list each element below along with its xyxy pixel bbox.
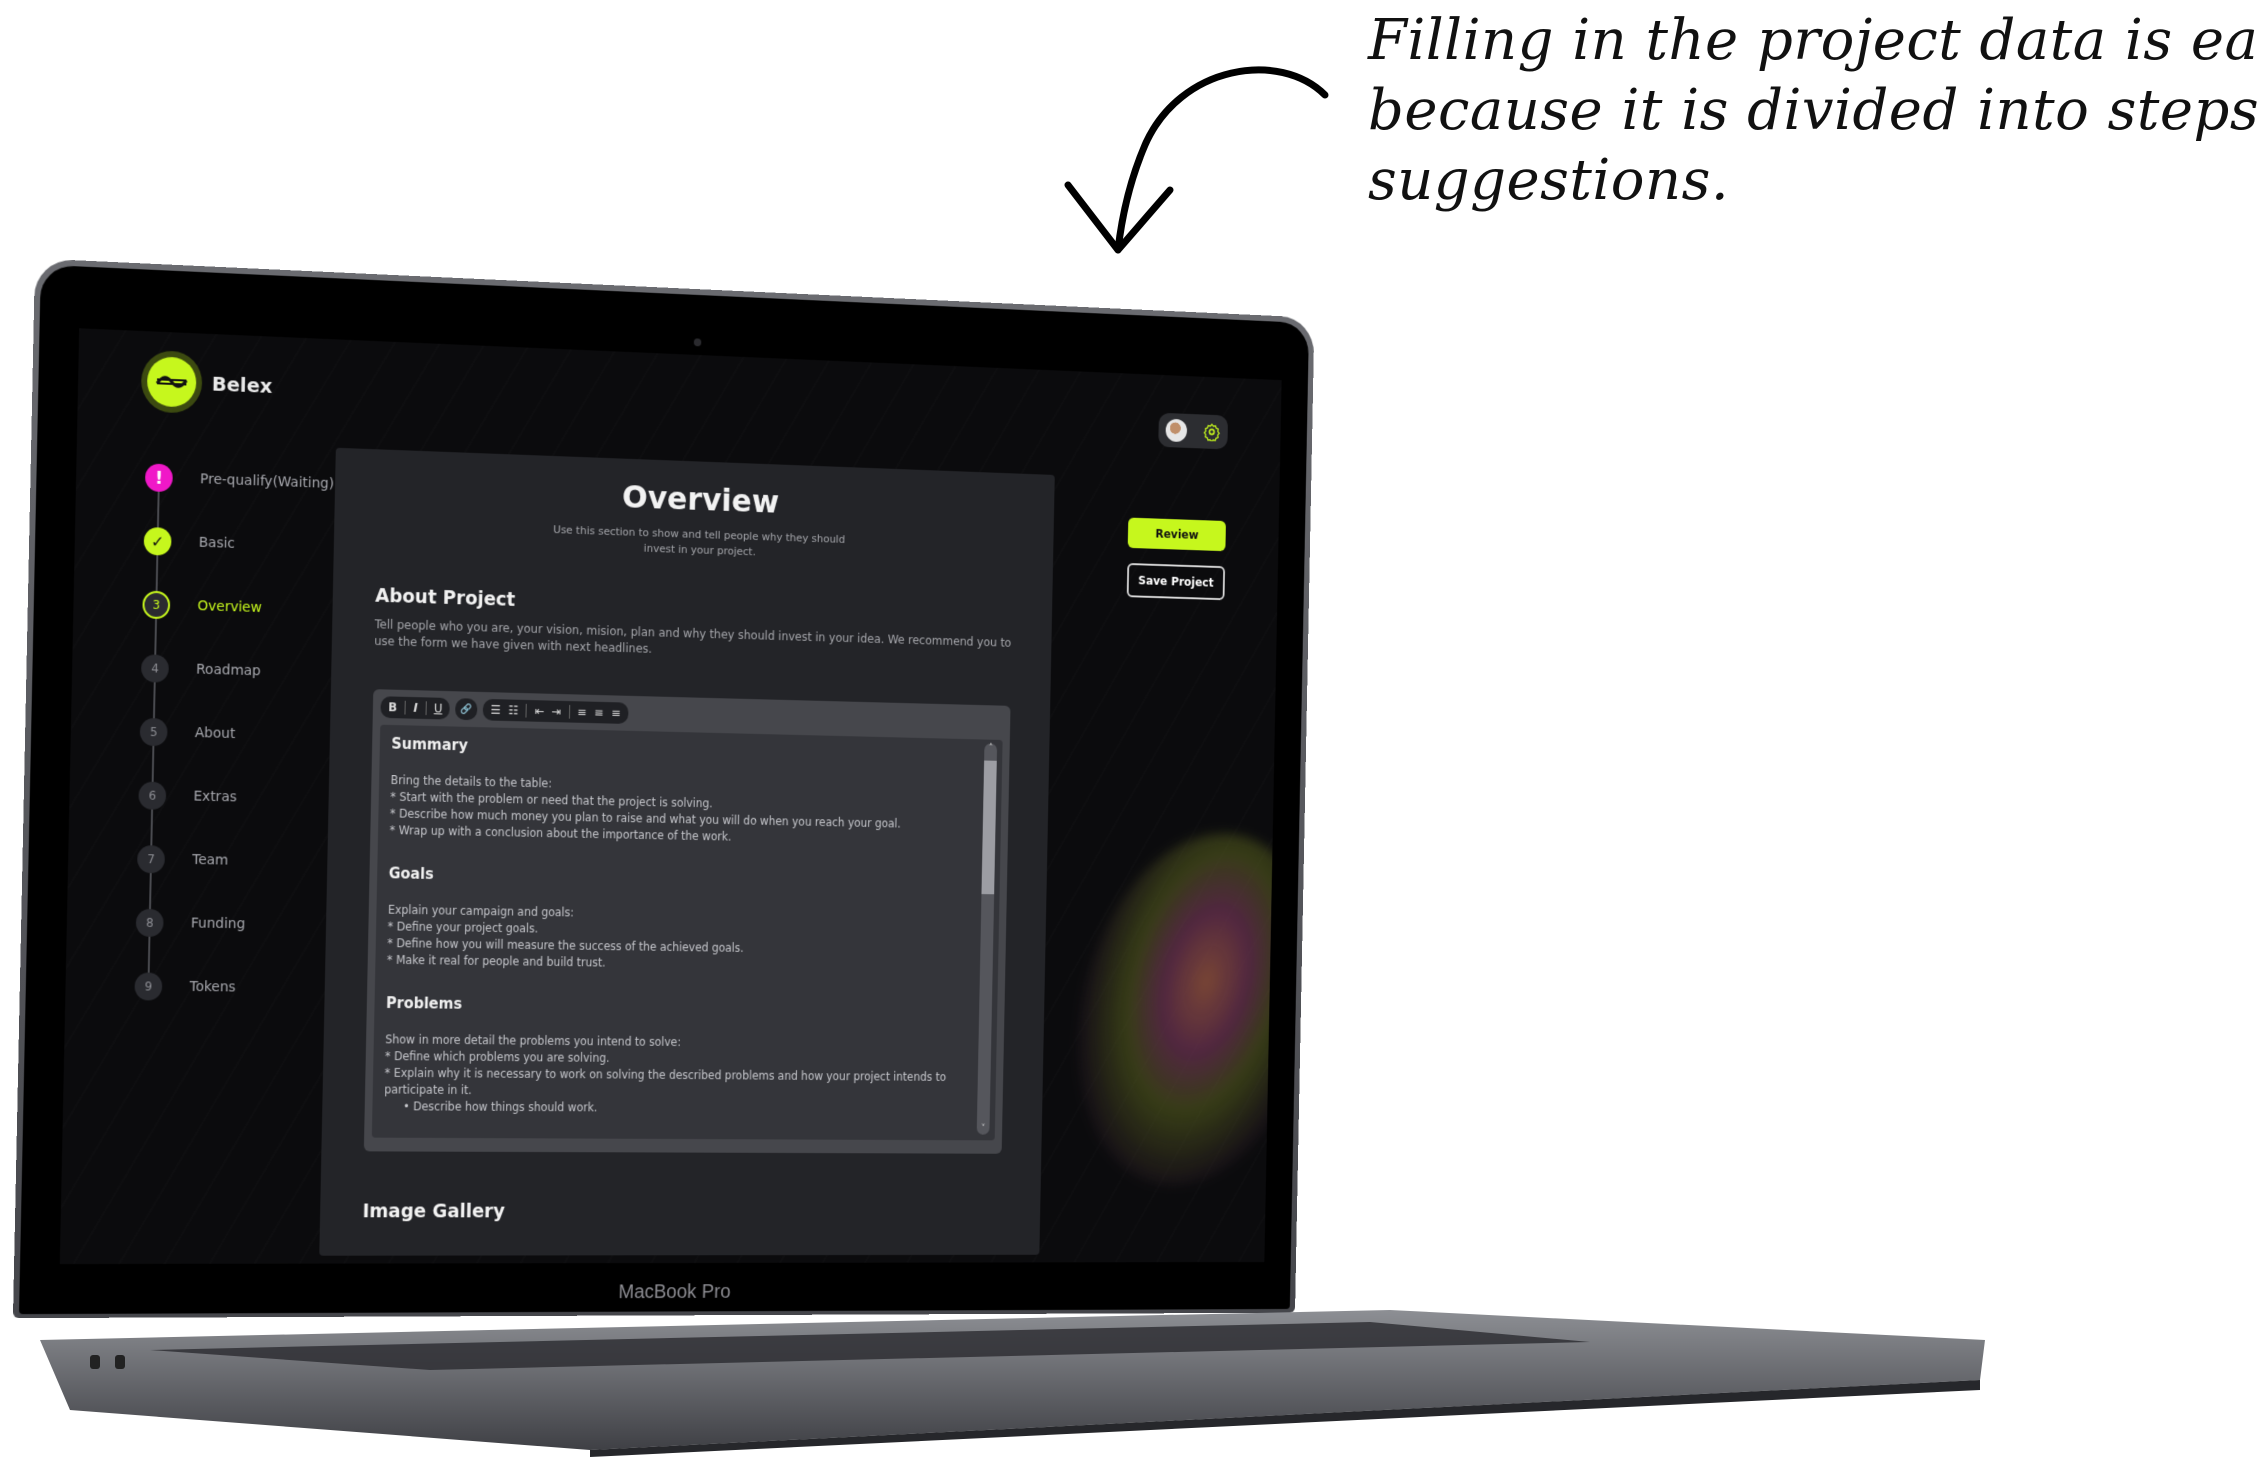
scroll-down-icon[interactable]: ˅ (977, 1124, 990, 1135)
laptop: Belex ! Pre-qualify(Waiting) ✓ Basic 3 O… (12, 258, 1315, 1319)
editor-content[interactable]: Summary Bring the details to the table: … (371, 724, 1003, 1141)
review-button[interactable]: Review (1127, 517, 1226, 552)
curved-arrow-icon (1064, 66, 1329, 254)
step-basic[interactable]: ✓ Basic (143, 509, 333, 579)
step-overview[interactable]: 3 Overview (142, 573, 332, 642)
link-group: 🔗 (455, 698, 478, 721)
underline-button[interactable]: U (434, 702, 443, 716)
brand[interactable]: Belex (146, 356, 273, 411)
italic-button[interactable]: I (413, 701, 418, 715)
section-description: Tell people who you are, your vision, mi… (374, 617, 1012, 656)
divider (525, 703, 528, 718)
align-right-icon[interactable]: ≡ (611, 706, 621, 720)
overview-card: Overview Use this section to show and te… (319, 447, 1055, 1256)
step-label: Pre-qualify(Waiting) (199, 471, 335, 493)
annotation-line: Filling in the project data is easy (1368, 8, 2259, 73)
step-label: Funding (190, 915, 246, 933)
step-tokens[interactable]: 9 Tokens (134, 955, 324, 1021)
format-group: B I U (380, 696, 451, 720)
step-about[interactable]: 5 About (139, 700, 329, 768)
avatar[interactable] (1165, 418, 1188, 443)
check-icon: ✓ (143, 526, 172, 556)
step-roadmap[interactable]: 4 Roadmap (140, 636, 331, 704)
step-label: Tokens (189, 979, 236, 996)
laptop-bezel: Belex ! Pre-qualify(Waiting) ✓ Basic 3 O… (19, 264, 1310, 1315)
save-project-button[interactable]: Save Project (1126, 562, 1226, 601)
step-label: Basic (198, 534, 236, 552)
scrollbar-thumb[interactable] (981, 760, 997, 895)
step-label: Team (192, 852, 229, 869)
step-prequalify[interactable]: ! Pre-qualify(Waiting) (144, 446, 335, 516)
link-icon[interactable]: 🔗 (460, 704, 472, 715)
numbered-list-icon[interactable]: ☷ (508, 703, 518, 717)
rich-text-editor: B I U 🔗 ☰ ☷ ⇤ ⇥ ≡ ≡ ≡ Summary Bring the … (363, 689, 1011, 1154)
step-label: About (194, 725, 236, 742)
indent-icon[interactable]: ⇥ (551, 705, 561, 719)
step-label: Roadmap (195, 661, 261, 680)
step-number: 4 (140, 654, 170, 683)
app-screen: Belex ! Pre-qualify(Waiting) ✓ Basic 3 O… (59, 328, 1282, 1265)
step-label: Overview (197, 598, 262, 616)
annotation-line: suggestions. (1368, 148, 1730, 213)
user-menu[interactable] (1158, 412, 1229, 450)
annotation-line: because it is divided into steps with (1368, 78, 2259, 143)
step-label: Extras (193, 788, 237, 806)
step-number: 6 (138, 781, 167, 810)
editor-heading-goals: Goals (388, 864, 434, 883)
step-number: 9 (134, 972, 163, 1001)
annotation-text: Filling in the project data is easy beca… (1368, 6, 2259, 216)
step-number: 5 (139, 717, 168, 747)
brand-name: Belex (211, 371, 273, 398)
outdent-icon[interactable]: ⇤ (534, 704, 544, 718)
bullet-list-icon[interactable]: ☰ (490, 703, 501, 717)
actions: Review Save Project (1126, 517, 1226, 601)
logo-icon (146, 356, 197, 408)
divider (568, 704, 570, 719)
editor-paragraph-goals: Explain your campaign and goals: * Defin… (386, 902, 744, 970)
warning-icon: ! (144, 463, 173, 493)
page-title: Overview (621, 478, 780, 521)
align-left-icon[interactable]: ≡ (577, 705, 587, 719)
step-number: 8 (135, 908, 164, 937)
gear-icon[interactable] (1203, 422, 1221, 442)
bold-button[interactable]: B (388, 700, 397, 714)
step-number: 3 (142, 590, 171, 620)
background-glow (1039, 802, 1282, 1215)
page-subtitle: Use this section to show and tell people… (553, 523, 846, 559)
editor-heading-summary: Summary (391, 734, 469, 755)
editor-heading-problems: Problems (385, 994, 463, 1013)
paragraph-group: ☰ ☷ ⇤ ⇥ ≡ ≡ ≡ (482, 698, 629, 724)
section-title-gallery: Image Gallery (362, 1200, 506, 1223)
editor-paragraph-problems: Show in more detail the problems you int… (384, 1032, 947, 1115)
editor-paragraph-summary: Bring the details to the table: * Start … (389, 773, 901, 844)
scroll-up-icon[interactable]: ˄ (984, 743, 997, 754)
step-extras[interactable]: 6 Extras (138, 764, 328, 831)
step-team[interactable]: 7 Team (136, 827, 327, 894)
editor-scrollbar[interactable]: ˄ ˅ (976, 743, 998, 1135)
laptop-base (40, 1310, 1985, 1457)
align-center-icon[interactable]: ≡ (594, 706, 604, 720)
step-funding[interactable]: 8 Funding (135, 891, 325, 957)
divider (425, 701, 427, 716)
step-number: 7 (136, 845, 166, 874)
camera-icon (693, 338, 702, 347)
step-navigation: ! Pre-qualify(Waiting) ✓ Basic 3 Overvie… (134, 446, 335, 1021)
divider (404, 700, 406, 715)
